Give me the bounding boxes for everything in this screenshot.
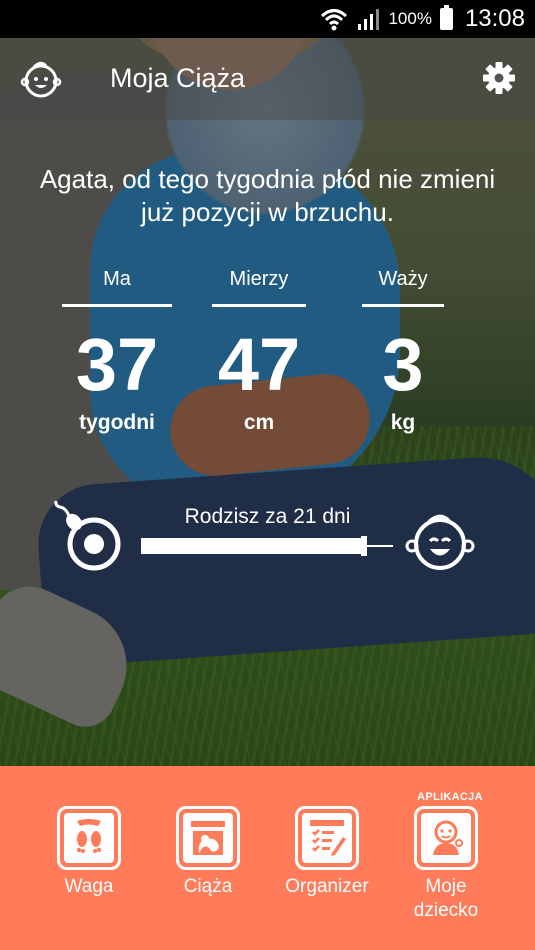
stat-label: Waży (378, 268, 428, 290)
stat-unit: kg (390, 411, 416, 434)
clock: 13:08 (464, 5, 525, 32)
nav-item-waga[interactable]: Waga (34, 806, 144, 899)
ultrasound-icon (176, 806, 240, 870)
nav-label: Ciąża (183, 876, 233, 897)
gear-icon[interactable] (482, 61, 516, 95)
battery-percent: 100% (388, 9, 432, 28)
stat-age: Ma 37 tygodni (62, 268, 172, 435)
stat-label: Ma (103, 268, 131, 290)
nav-label: Waga (64, 876, 114, 897)
stat-unit: cm (243, 411, 275, 434)
baby-face-icon (405, 514, 475, 570)
scale-feet-icon (57, 806, 121, 870)
stat-length: Mierzy 47 cm (212, 268, 306, 435)
baby-face-icon[interactable] (20, 58, 62, 100)
stat-value: 37 (75, 323, 159, 406)
stat-value: 47 (217, 323, 301, 406)
progress-fill (141, 538, 361, 554)
divider (362, 304, 444, 307)
nav-label: Organizer (285, 876, 369, 897)
divider (62, 304, 172, 307)
status-bar: 100% 13:08 (0, 0, 535, 38)
nav-label: Moje dziecko (413, 876, 479, 921)
stat-label: Mierzy (229, 268, 289, 290)
app-badge: APLIKACJA (417, 791, 483, 803)
app-title: Moja Ciąża (110, 63, 246, 93)
app-bar: Moja Ciąża (0, 38, 535, 120)
stat-value: 3 (382, 323, 424, 406)
stat-unit: tygodni (79, 411, 155, 434)
baby-app-icon (414, 806, 478, 870)
divider (212, 304, 306, 307)
nav-item-ciaza[interactable]: Ciąża (153, 806, 263, 899)
sperm-egg-icon (54, 500, 121, 571)
nav-item-moje-dziecko[interactable]: Moje dziecko (391, 806, 501, 923)
pregnancy-progress-bar (141, 536, 393, 556)
nav-item-organizer[interactable]: Organizer (272, 806, 382, 899)
battery-icon (439, 5, 453, 30)
wifi-icon (321, 9, 348, 31)
weekly-message: Agata, od tego tygodnia płód nie zmieni … (39, 164, 496, 227)
signal-icon (358, 9, 380, 30)
stat-weight: Waży 3 kg (362, 268, 444, 435)
progress-knob (361, 536, 367, 556)
due-date-label: Rodzisz za 21 dni (184, 505, 351, 528)
checklist-icon (295, 806, 359, 870)
